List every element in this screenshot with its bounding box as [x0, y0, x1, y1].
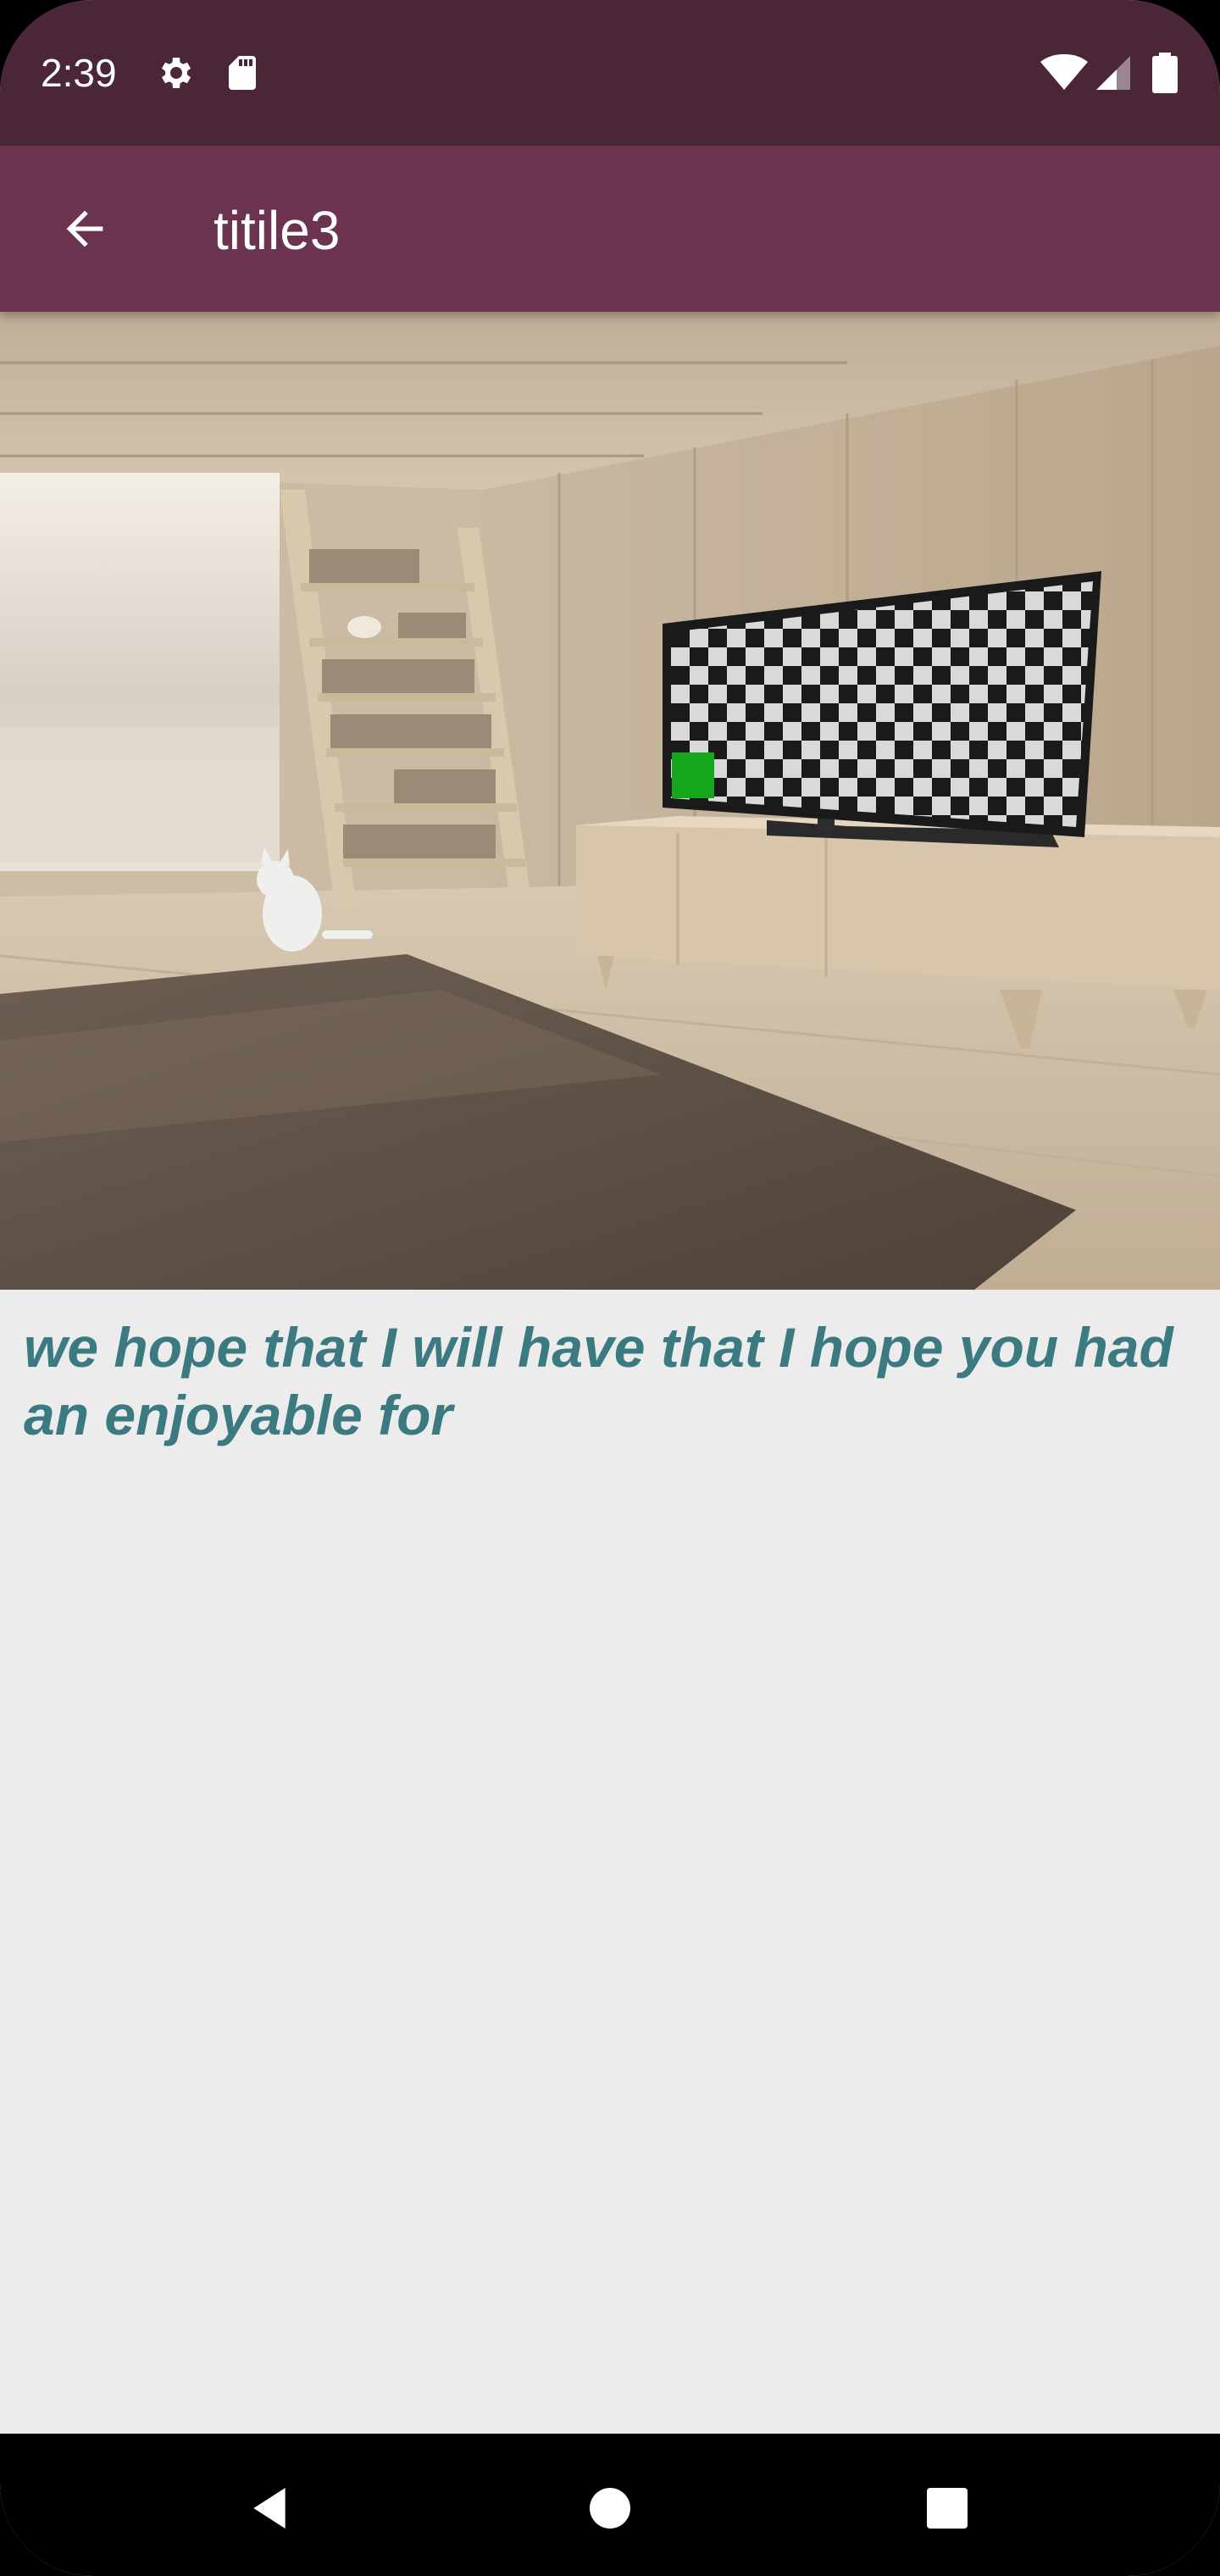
wifi-icon	[1040, 53, 1088, 93]
arrow-back-icon	[66, 210, 103, 247]
phone-screen: 2:39 titile3 we hope that I will have th…	[0, 0, 1220, 2576]
home-circle-icon	[590, 2488, 630, 2529]
sd-card-icon	[222, 53, 263, 93]
body-text: we hope that I will have that I hope you…	[24, 1316, 1173, 1446]
settings-icon	[156, 53, 197, 93]
back-triangle-icon	[253, 2488, 286, 2529]
app-bar: titile3	[0, 146, 1220, 312]
status-bar: 2:39	[0, 0, 1220, 146]
page-title: titile3	[214, 200, 341, 261]
recents-square-icon	[927, 2488, 968, 2529]
battery-icon	[1151, 53, 1179, 93]
back-button[interactable]	[41, 185, 129, 273]
status-time: 2:39	[41, 51, 117, 95]
navigation-bar	[0, 2434, 1220, 2576]
nav-back-button[interactable]	[219, 2457, 320, 2559]
signal-icon	[1093, 53, 1134, 93]
room-illustration-image	[0, 312, 1220, 1290]
nav-home-button[interactable]	[559, 2457, 661, 2559]
nav-recents-button[interactable]	[896, 2457, 998, 2559]
